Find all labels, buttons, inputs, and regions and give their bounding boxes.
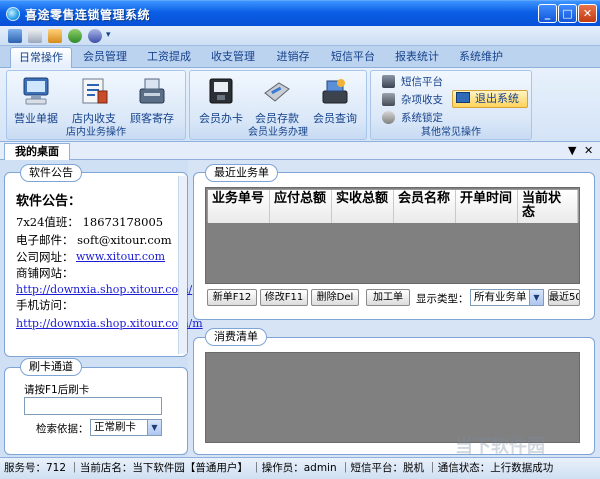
exit-icon [456,92,470,103]
tab-list-dropdown-icon[interactable]: ▼ [568,144,576,157]
member-query-button[interactable]: 会员查询 [310,73,360,127]
ledger-icon [82,78,108,104]
status-bar: 服务号：712 ｜当前店名：当下软件园【普通用户】 ｜操作员：admin ｜短信… [0,457,600,479]
misc-finance-label: 杂项收支 [401,94,443,106]
tab-system[interactable]: 系统维护 [450,47,512,68]
system-lock-label: 系统锁定 [401,112,443,124]
card-machine-icon [264,82,290,102]
mobile-link[interactable]: http://downxia.shop.xitour.com/m [16,317,203,330]
search-basis-value: 正常刷卡 [94,421,136,433]
sms-platform-label: 短信平台 [401,76,443,88]
close-window-button[interactable]: ✕ [578,4,597,23]
col-status[interactable]: 当前状态 [518,190,578,223]
exit-system-button[interactable]: 退出系统 [452,90,528,108]
tab-finance[interactable]: 收支管理 [202,47,264,68]
watermark-logo: 当下软件园 [455,436,545,457]
help-icon[interactable] [88,29,102,43]
document-tab-strip: 我的桌面 ▼ ✕ [0,142,600,160]
delete-order-button[interactable]: 删除Del [311,289,359,306]
member-card-button[interactable]: 会员办卡 [196,73,246,127]
member-pos-icon [322,79,348,104]
misc-finance-item[interactable]: 杂项收支 [382,92,443,108]
customize-dropdown-icon[interactable]: ▾ [106,30,116,40]
tab-reports[interactable]: 报表统计 [386,47,448,68]
tools-icon[interactable] [48,29,62,43]
tab-inventory[interactable]: 进销存 [266,47,320,68]
computer-icon [23,77,49,105]
window-title: 喜途零售连锁管理系统 [25,8,151,22]
new-order-button[interactable]: 新单F12 [207,289,257,306]
group-member-ops: 会员办卡 会员存款 会员查询 会员业务办理 [189,70,367,140]
quick-access-toolbar: ▾ [0,26,600,46]
edit-order-button[interactable]: 修改F11 [260,289,308,306]
col-open-time[interactable]: 开单时间 [456,190,518,223]
chevron-down-icon: ▼ [147,420,161,435]
notice-scrollbar[interactable] [178,176,187,354]
save-icon[interactable] [8,29,22,43]
card-input[interactable] [24,397,162,415]
tab-daily[interactable]: 日常操作 [10,47,72,68]
search-basis-label: 检索依据： [36,423,89,435]
maximize-button[interactable]: □ [558,4,577,23]
display-type-label: 显示类型： [416,293,469,305]
search-basis-select[interactable]: 正常刷卡 ▼ [90,419,162,436]
display-type-value: 所有业务单 [474,291,527,303]
company-site-link[interactable]: www.xitour.com [76,250,165,263]
card-prompt: 请按F1后刷卡 [24,384,90,396]
recent-grid-header: 业务单号 应付总额 实收总额 会员名称 开单时间 当前状态 [207,189,579,223]
ribbon-tabs: 日常操作 会员管理 工资提成 收支管理 进销存 短信平台 报表统计 系统维护 [0,46,600,68]
notice-heading: 软件公告： [16,194,82,209]
sms-platform-item[interactable]: 短信平台 [382,74,443,90]
lock-icon [382,111,395,124]
notice-site-label: 公司网址： [16,250,74,264]
display-type-select[interactable]: 所有业务单 ▼ [470,289,544,306]
consume-caption: 消费清单 [205,328,267,346]
group-member-label: 会员业务办理 [248,127,308,138]
notice-shop-label: 商铺网站： [16,266,74,280]
recent-50-button[interactable]: 最近50 [548,289,580,306]
col-member-name[interactable]: 会员名称 [394,190,456,223]
system-lock-item[interactable]: 系统锁定 [382,110,443,126]
notice-hotline: 7x24值班： 18673178005 [16,215,164,229]
process-order-button[interactable]: 加工单 [366,289,410,306]
tab-close-icon[interactable]: ✕ [584,144,593,157]
title-bar: 喜途零售连锁管理系统 _ □ ✕ [0,0,600,26]
tab-sms[interactable]: 短信平台 [322,47,384,68]
recent-caption: 最近业务单 [205,164,278,182]
group-store-label: 店内业务操作 [66,127,126,138]
customer-storage-button[interactable]: 顾客寄存 [127,73,177,127]
app-logo-icon [6,7,20,21]
register-icon [139,78,165,104]
col-received[interactable]: 实收总额 [332,190,394,223]
card-caption: 刷卡通道 [20,358,82,376]
notice-mobile-label: 手机访问： [16,298,74,312]
shop-link[interactable]: http://downxia.shop.xitour.com/ [16,283,192,296]
consume-grid [205,352,580,443]
misc-finance-icon [382,93,395,106]
exit-system-label: 退出系统 [475,92,519,105]
user-icon[interactable] [68,29,82,43]
sms-icon [382,75,395,88]
sales-doc-button[interactable]: 营业单据 [11,73,61,127]
minimize-button[interactable]: _ [538,4,557,23]
col-payable[interactable]: 应付总额 [270,190,332,223]
card-reader-icon [209,78,233,104]
notice-caption: 软件公告 [20,164,82,182]
col-order-no[interactable]: 业务单号 [208,190,270,223]
tab-member[interactable]: 会员管理 [74,47,136,68]
notice-email: 电子邮件： soft@xitour.com [16,233,172,247]
tab-my-desktop[interactable]: 我的桌面 [4,143,70,160]
print-icon[interactable] [28,29,42,43]
member-deposit-button[interactable]: 会员存款 [252,73,302,127]
store-finance-button[interactable]: 店内收支 [69,73,119,127]
chevron-down-icon: ▼ [529,290,543,305]
tab-salary[interactable]: 工资提成 [138,47,200,68]
group-store-ops: 营业单据 店内收支 顾客寄存 店内业务操作 [6,70,186,140]
